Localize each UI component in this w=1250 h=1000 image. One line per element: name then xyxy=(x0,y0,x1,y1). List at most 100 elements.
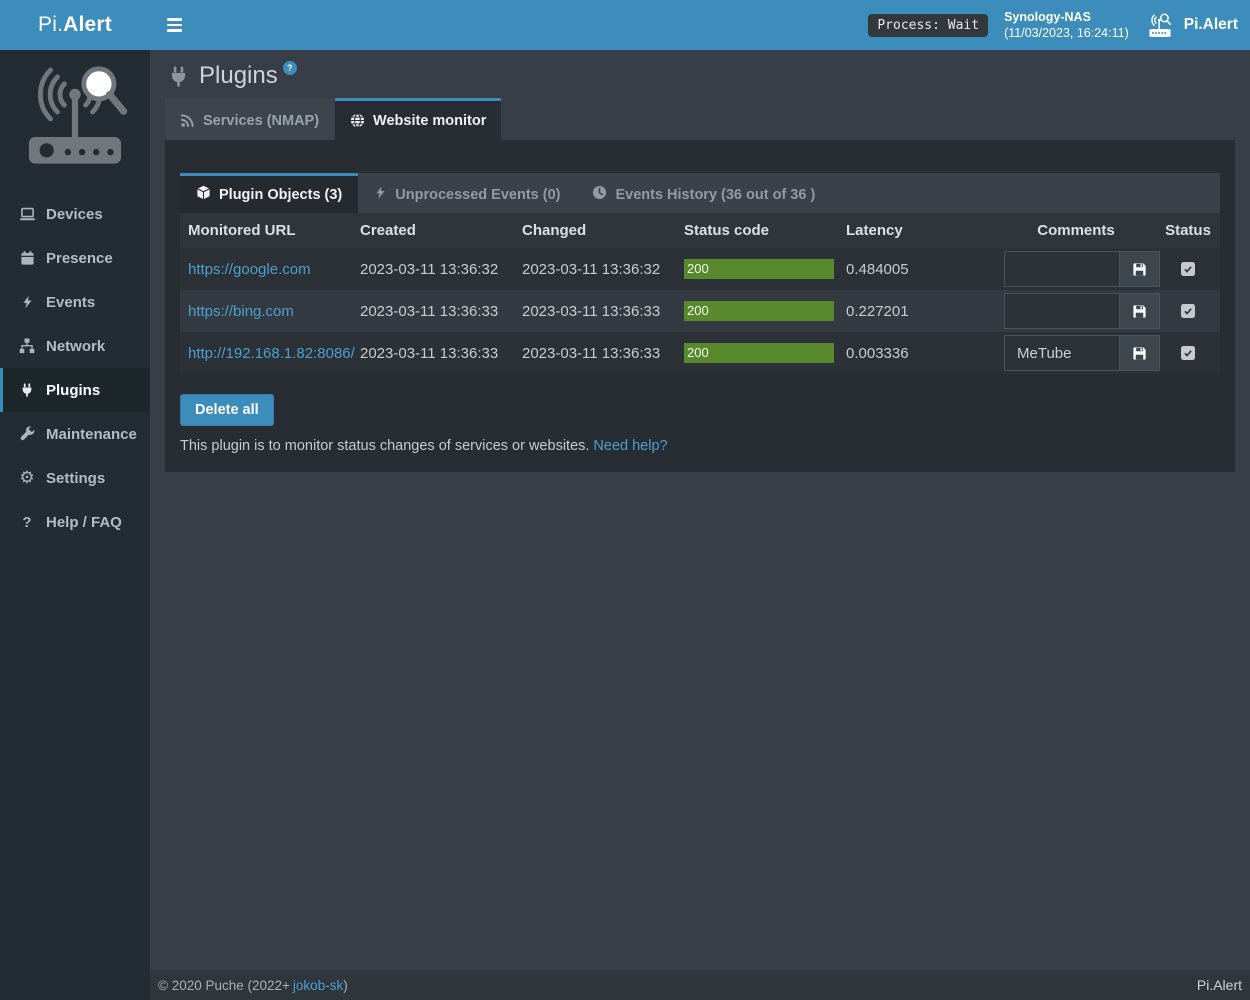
sidebar-item-label: Events xyxy=(46,294,95,311)
sidebar-item-settings[interactable]: ⚙ Settings xyxy=(0,456,150,500)
sidebar: Devices Presence Events Network Plugins xyxy=(0,50,150,1000)
laptop-icon xyxy=(17,206,37,222)
tab-label: Website monitor xyxy=(373,113,486,129)
host-info: Synology-NAS (11/03/2023, 16:24:11) xyxy=(1004,9,1129,42)
col-created: Created xyxy=(352,213,514,248)
inner-tab-label: Unprocessed Events (0) xyxy=(395,187,560,203)
sitemap-icon xyxy=(17,338,37,354)
app-logo[interactable]: Pi.Alert xyxy=(0,0,150,50)
save-comment-button[interactable] xyxy=(1119,252,1159,286)
table-header-row: Monitored URL Created Changed Status cod… xyxy=(180,213,1220,248)
tab-unprocessed-events[interactable]: Unprocessed Events (0) xyxy=(358,173,576,213)
sidebar-item-devices[interactable]: Devices xyxy=(0,192,150,236)
status-code-bar: 200 xyxy=(684,259,834,279)
comment-input[interactable] xyxy=(1005,336,1119,370)
page-title: Plugins xyxy=(199,62,278,90)
comment-input-group xyxy=(1004,335,1160,371)
jokob-sk-link[interactable]: jokob-sk xyxy=(293,978,343,993)
signal-icon xyxy=(180,113,195,128)
created-cell: 2023-03-11 13:36:33 xyxy=(352,290,514,332)
need-help-link[interactable]: Need help? xyxy=(593,438,667,454)
comment-input[interactable] xyxy=(1005,294,1119,328)
status-checkbox[interactable] xyxy=(1181,304,1195,318)
title-help-badge[interactable]: ? xyxy=(283,61,297,75)
plugin-inner-tabs: Plugin Objects (3) Unprocessed Events (0… xyxy=(180,173,1220,213)
sidebar-item-help-faq[interactable]: ? Help / FAQ xyxy=(0,500,150,544)
comment-cell xyxy=(996,332,1156,374)
save-comment-button[interactable] xyxy=(1119,294,1159,328)
tab-events-history[interactable]: Events History (36 out of 36 ) xyxy=(576,173,831,213)
navbar-right: Process: Wait Synology-NAS (11/03/2023, … xyxy=(868,0,1242,50)
monitored-url-link[interactable]: https://google.com xyxy=(188,261,311,278)
host-name: Synology-NAS xyxy=(1004,9,1129,25)
sidebar-item-label: Devices xyxy=(46,206,103,223)
comment-cell xyxy=(996,248,1156,290)
col-comments: Comments xyxy=(996,213,1156,248)
changed-cell: 2023-03-11 13:36:32 xyxy=(514,248,676,290)
tab-label: Services (NMAP) xyxy=(203,113,319,129)
comment-input-group xyxy=(1004,293,1160,329)
plugin-description: This plugin is to monitor status changes… xyxy=(180,438,1220,454)
save-icon xyxy=(1132,304,1147,319)
status-cell xyxy=(1156,248,1220,290)
sidebar-item-label: Settings xyxy=(46,470,105,487)
navbar-brand-right[interactable]: Pi.Alert xyxy=(1145,12,1242,39)
monitored-url-link[interactable]: http://192.168.1.82:8086/ xyxy=(188,345,355,362)
status-cell xyxy=(1156,332,1220,374)
status-checkbox[interactable] xyxy=(1181,262,1195,276)
inner-tab-label: Events History (36 out of 36 ) xyxy=(615,187,815,203)
status-code-cell: 200 xyxy=(676,332,838,374)
plugin-description-text: This plugin is to monitor status changes… xyxy=(180,438,589,454)
tab-services-nmap[interactable]: Services (NMAP) xyxy=(165,98,334,140)
latency-cell: 0.484005 xyxy=(838,248,996,290)
tab-plugin-objects[interactable]: Plugin Objects (3) xyxy=(180,173,358,213)
status-code-bar: 200 xyxy=(684,343,834,363)
status-code-cell: 200 xyxy=(676,248,838,290)
sidebar-item-label: Maintenance xyxy=(46,426,137,443)
app-logo-prefix: Pi. xyxy=(38,13,63,37)
plug-icon xyxy=(168,65,189,88)
top-navbar: Pi.Alert Process: Wait Synology-NAS (11/… xyxy=(0,0,1250,50)
tab-website-monitor[interactable]: Website monitor xyxy=(335,98,501,140)
sidebar-item-network[interactable]: Network xyxy=(0,324,150,368)
plugin-tabs: Services (NMAP) Website monitor xyxy=(165,98,1235,140)
comment-input-group xyxy=(1004,251,1160,287)
sidebar-item-label: Presence xyxy=(46,250,113,267)
changed-cell: 2023-03-11 13:36:33 xyxy=(514,332,676,374)
table-row: http://192.168.1.82:8086/ 2023-03-11 13:… xyxy=(180,332,1220,374)
router-scan-logo-icon xyxy=(13,58,137,170)
monitored-url-link[interactable]: https://bing.com xyxy=(188,303,294,320)
status-checkbox[interactable] xyxy=(1181,346,1195,360)
sidebar-item-plugins[interactable]: Plugins xyxy=(0,368,150,412)
process-status-badge: Process: Wait xyxy=(868,14,988,37)
col-changed: Changed xyxy=(514,213,676,248)
sidebar-item-events[interactable]: Events xyxy=(0,280,150,324)
sidebar-item-presence[interactable]: Presence xyxy=(0,236,150,280)
col-monitored-url: Monitored URL xyxy=(180,213,352,248)
check-icon xyxy=(1183,264,1193,274)
footer-brand: Pi.Alert xyxy=(1197,977,1242,993)
url-cell: https://google.com xyxy=(180,248,352,290)
sidebar-item-maintenance[interactable]: Maintenance xyxy=(0,412,150,456)
check-icon xyxy=(1183,348,1193,358)
comment-input[interactable] xyxy=(1005,252,1119,286)
bolt-icon xyxy=(17,294,37,310)
sidebar-menu: Devices Presence Events Network Plugins xyxy=(0,192,150,544)
delete-all-button[interactable]: Delete all xyxy=(180,394,274,426)
page-header: Plugins ? xyxy=(165,50,1235,98)
app-logo-bold: Alert xyxy=(63,13,112,37)
cube-icon xyxy=(196,185,211,204)
save-comment-button[interactable] xyxy=(1119,336,1159,370)
save-icon xyxy=(1132,346,1147,361)
website-monitor-pane: Plugin Objects (3) Unprocessed Events (0… xyxy=(165,140,1235,472)
latency-cell: 0.003336 xyxy=(838,332,996,374)
bolt-icon xyxy=(374,185,387,204)
table-row: https://google.com 2023-03-11 13:36:32 2… xyxy=(180,248,1220,290)
status-cell xyxy=(1156,290,1220,332)
col-latency: Latency xyxy=(838,213,996,248)
sidebar-toggle-button[interactable] xyxy=(162,0,188,50)
plugin-objects-table: Monitored URL Created Changed Status cod… xyxy=(180,213,1220,374)
created-cell: 2023-03-11 13:36:32 xyxy=(352,248,514,290)
table-row: https://bing.com 2023-03-11 13:36:33 202… xyxy=(180,290,1220,332)
save-icon xyxy=(1132,262,1147,277)
